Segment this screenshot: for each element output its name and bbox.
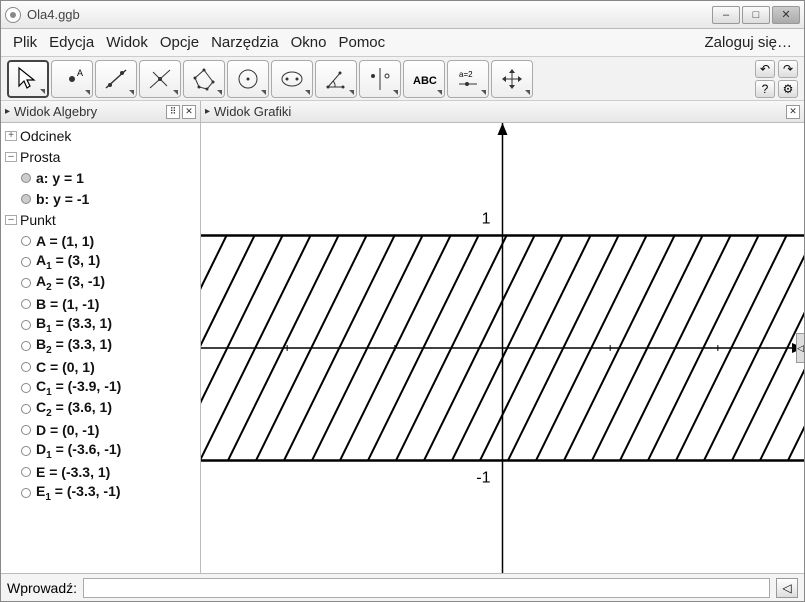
tree-line-item[interactable]: a: y = 1	[3, 167, 200, 188]
algebra-header[interactable]: ▸ Widok Algebry ⠿ ✕	[1, 101, 200, 123]
plot-canvas[interactable]: 1 -1	[201, 123, 804, 573]
menubar: Plik Edycja Widok Opcje Narzędzia Okno P…	[1, 29, 804, 57]
collapse-icon[interactable]: ▸	[205, 106, 210, 117]
menu-widok[interactable]: Widok	[100, 32, 154, 53]
tree-point-item[interactable]: B1 = (3.3, 1)	[3, 314, 200, 335]
tree-point-item[interactable]: B2 = (3.3, 1)	[3, 335, 200, 356]
algebra-tree[interactable]: +Odcinek–Prostaa: y = 1b: y = -1–PunktA …	[1, 123, 200, 573]
graphics-panel: ▸ Widok Grafiki ✕ 1 -1 ◁	[201, 101, 804, 573]
close-button[interactable]: ✕	[772, 6, 800, 24]
side-tab[interactable]: ◁	[796, 333, 804, 363]
panels: ▸ Widok Algebry ⠿ ✕ +Odcinek–Prostaa: y …	[1, 101, 804, 573]
menu-plik[interactable]: Plik	[7, 32, 43, 53]
input-bar: Wprowadź: ◁	[1, 573, 804, 601]
tool-reflect[interactable]	[359, 60, 401, 98]
toolbar-right: ↶ ↷ ? ⚙	[755, 60, 798, 98]
tree-point-item[interactable]: D = (0, -1)	[3, 419, 200, 440]
menu-narzedzia[interactable]: Narzędzia	[205, 32, 285, 53]
toolbar: A ABC a=2 ↶ ↷ ? ⚙	[1, 57, 804, 101]
command-input[interactable]	[83, 578, 770, 598]
menu-pomoc[interactable]: Pomoc	[332, 32, 391, 53]
undo-button[interactable]: ↶	[755, 60, 775, 78]
panel-close-button[interactable]: ✕	[182, 105, 196, 119]
panel-close-button[interactable]: ✕	[786, 105, 800, 119]
tree-point-item[interactable]: A = (1, 1)	[3, 230, 200, 251]
input-submit-button[interactable]: ◁	[776, 578, 798, 598]
minimize-button[interactable]: –	[712, 6, 740, 24]
window-buttons: – □ ✕	[712, 6, 800, 24]
tree-category[interactable]: +Odcinek	[3, 125, 200, 146]
menu-opcje[interactable]: Opcje	[154, 32, 205, 53]
tree-point-item[interactable]: A2 = (3, -1)	[3, 272, 200, 293]
tree-point-item[interactable]: E1 = (-3.3, -1)	[3, 482, 200, 503]
redo-button[interactable]: ↷	[778, 60, 798, 78]
graphics-view[interactable]: 1 -1 ◁	[201, 123, 804, 573]
tool-point[interactable]: A	[51, 60, 93, 98]
tool-move[interactable]	[7, 60, 49, 98]
tree-point-item[interactable]: C2 = (3.6, 1)	[3, 398, 200, 419]
svg-text:1: 1	[482, 211, 491, 228]
menu-edycja[interactable]: Edycja	[43, 32, 100, 53]
tree-line-item[interactable]: b: y = -1	[3, 188, 200, 209]
maximize-button[interactable]: □	[742, 6, 770, 24]
tree-category[interactable]: –Prosta	[3, 146, 200, 167]
tool-move-view[interactable]	[491, 60, 533, 98]
help-button[interactable]: ?	[755, 80, 775, 98]
tool-text[interactable]: ABC	[403, 60, 445, 98]
tool-circle[interactable]	[227, 60, 269, 98]
svg-text:a=2: a=2	[459, 70, 473, 79]
app-icon	[5, 7, 21, 23]
tree-point-item[interactable]: C = (0, 1)	[3, 356, 200, 377]
settings-button[interactable]: ⚙	[778, 80, 798, 98]
algebra-panel: ▸ Widok Algebry ⠿ ✕ +Odcinek–Prostaa: y …	[1, 101, 201, 573]
panel-pin-button[interactable]: ⠿	[166, 105, 180, 119]
tree-point-item[interactable]: D1 = (-3.6, -1)	[3, 440, 200, 461]
app-window: Ola4.ggb – □ ✕ Plik Edycja Widok Opcje N…	[0, 0, 805, 602]
svg-text:A: A	[77, 68, 83, 78]
tree-point-item[interactable]: C1 = (-3.9, -1)	[3, 377, 200, 398]
tool-ellipse[interactable]	[271, 60, 313, 98]
tool-polygon[interactable]	[183, 60, 225, 98]
login-link[interactable]: Zaloguj się…	[704, 34, 798, 51]
collapse-icon[interactable]: ▸	[5, 106, 10, 117]
graphics-header[interactable]: ▸ Widok Grafiki ✕	[201, 101, 804, 123]
tree-category[interactable]: –Punkt	[3, 209, 200, 230]
tool-line[interactable]	[95, 60, 137, 98]
input-label: Wprowadź:	[7, 580, 77, 596]
menu-okno[interactable]: Okno	[285, 32, 333, 53]
titlebar[interactable]: Ola4.ggb – □ ✕	[1, 1, 804, 29]
window-title: Ola4.ggb	[27, 7, 712, 22]
tool-slider[interactable]: a=2	[447, 60, 489, 98]
tool-angle[interactable]	[315, 60, 357, 98]
tool-perpendicular[interactable]	[139, 60, 181, 98]
tree-point-item[interactable]: A1 = (3, 1)	[3, 251, 200, 272]
svg-text:ABC: ABC	[413, 75, 437, 87]
svg-text:-1: -1	[476, 470, 490, 487]
tree-point-item[interactable]: B = (1, -1)	[3, 293, 200, 314]
algebra-title: Widok Algebry	[14, 104, 97, 119]
tree-point-item[interactable]: E = (-3.3, 1)	[3, 461, 200, 482]
graphics-title: Widok Grafiki	[214, 104, 291, 119]
